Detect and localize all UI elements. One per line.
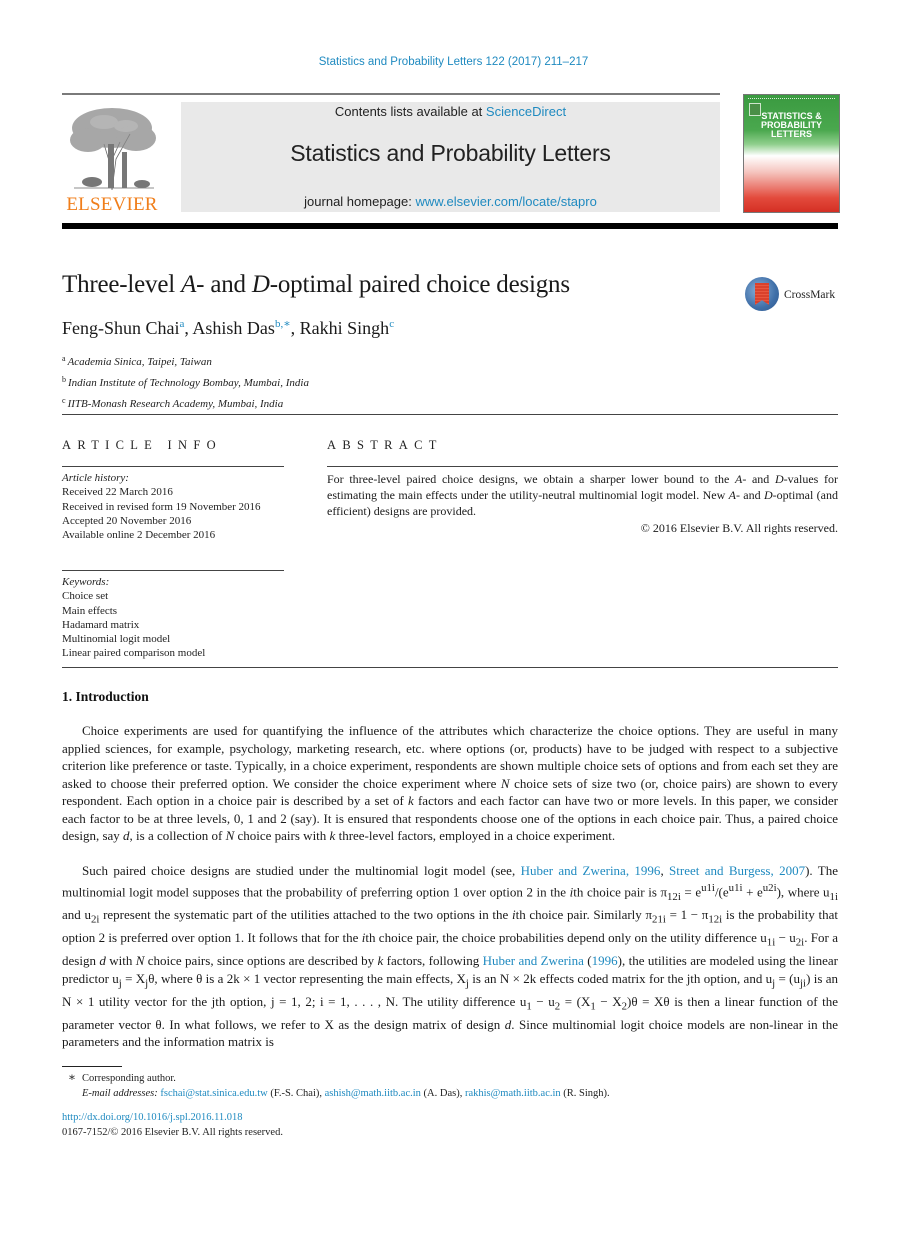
keyword: Multinomial logit model: [62, 633, 171, 646]
homepage-prefix: journal homepage:: [304, 194, 416, 209]
affiliation: b Indian Institute of Technology Bombay, …: [62, 371, 309, 392]
author-list: Feng-Shun Chaia, Ashish Dasb,∗, Rakhi Si…: [62, 317, 394, 339]
author-affil-link[interactable]: c: [389, 318, 394, 330]
email-link[interactable]: ashish@math.iitb.ac.in: [325, 1088, 421, 1099]
author-name: Rakhi Singh: [299, 318, 390, 338]
email-owner: (A. Das),: [420, 1088, 465, 1099]
abstract-text: For three-level paired choice designs, w…: [327, 472, 839, 519]
affiliation-marker: c: [62, 396, 66, 405]
header-rule-top: [62, 93, 720, 95]
history-item: Accepted 20 November 2016: [62, 514, 192, 527]
article-info-heading: ARTICLE INFO: [62, 438, 222, 452]
author-name: Feng-Shun Chai: [62, 318, 180, 338]
title-italic: A: [181, 271, 197, 298]
keyword: Choice set: [62, 590, 109, 603]
elsevier-logo[interactable]: ELSEVIER: [62, 100, 162, 215]
footnote-rule: [62, 1066, 122, 1067]
article-title: Three-level A- and D-optimal paired choi…: [62, 271, 570, 299]
paragraph: Choice experiments are used for quantify…: [62, 723, 839, 843]
author: Ashish Dasb,∗,: [192, 318, 299, 338]
journal-citation[interactable]: Statistics and Probability Letters 122 (…: [0, 56, 907, 68]
cover-topbar: [748, 98, 835, 101]
divider: [62, 570, 284, 571]
footnote-marker: ∗: [67, 1070, 76, 1084]
email-owner: (R. Singh).: [560, 1088, 610, 1099]
affiliation-marker: b: [62, 375, 66, 384]
doi-block: http://dx.doi.org/10.1016/j.spl.2016.11.…: [62, 1110, 283, 1140]
elsevier-wordmark: ELSEVIER: [66, 194, 158, 215]
divider: [62, 466, 284, 467]
doi-link[interactable]: http://dx.doi.org/10.1016/j.spl.2016.11.…: [62, 1112, 243, 1123]
divider: [62, 667, 838, 668]
cover-title-line: LETTERS: [770, 129, 812, 139]
abstract-body: For three-level paired choice designs, w…: [327, 471, 838, 536]
keyword: Hadamard matrix: [62, 618, 140, 631]
citation-link[interactable]: Huber and Zwerina: [483, 953, 584, 968]
email-owner: (F.-S. Chai),: [267, 1088, 325, 1099]
elsevier-tree-icon: [70, 108, 156, 191]
keyword: Linear paired comparison model: [62, 647, 206, 660]
contents-prefix: Contents lists available at: [334, 104, 486, 119]
author-affil-link[interactable]: b,∗: [275, 318, 291, 330]
abstract-copyright: © 2016 Elsevier B.V. All rights reserved…: [640, 520, 838, 535]
email-link[interactable]: fschai@stat.sinica.edu.tw: [160, 1088, 267, 1099]
title-italic: D: [251, 271, 270, 298]
crossmark-button[interactable]: CrossMark: [745, 277, 845, 315]
affiliations: a Academia Sinica, Taipei, Taiwan b Indian…: [62, 350, 309, 413]
citation-link[interactable]: Huber and Zwerina, 1996: [521, 863, 661, 878]
history-item: Received 22 March 2016: [62, 486, 173, 499]
citation-link[interactable]: Street and Burgess, 2007: [669, 863, 805, 878]
journal-name: Statistics and Probability Letters: [290, 140, 611, 166]
article-history: Article history: Received 22 March 2016 …: [62, 471, 284, 542]
paragraph: Such paired choice designs are studied u…: [62, 863, 839, 1050]
author: Rakhi Singhc: [300, 318, 394, 338]
abstract-heading: ABSTRACT: [327, 438, 443, 452]
journal-cover-thumbnail[interactable]: STATISTICS & PROBABILITY LETTERS: [743, 94, 840, 213]
journal-homepage-link[interactable]: www.elsevier.com/locate/stapro: [415, 194, 596, 209]
homepage-line: journal homepage: www.elsevier.com/locat…: [181, 194, 720, 209]
affiliation-text: Academia Sinica, Taipei, Taiwan: [67, 356, 212, 368]
contents-line: Contents lists available at ScienceDirec…: [181, 104, 720, 119]
history-item: Available online 2 December 2016: [62, 529, 216, 542]
citation-link[interactable]: 1996: [592, 953, 618, 968]
title-text: -optimal paired choice designs: [269, 271, 570, 298]
footnote-emails: E-mail addresses: fschai@stat.sinica.edu…: [62, 1086, 838, 1101]
title-text: Three-level: [62, 271, 182, 298]
section-heading-introduction: 1. Introduction: [62, 689, 149, 704]
footnotes: ∗ Corresponding author. E-mail addresses:…: [62, 1070, 838, 1101]
email-label: E-mail addresses:: [82, 1088, 158, 1099]
author: Feng-Shun Chaia,: [62, 318, 192, 338]
email-link[interactable]: rakhis@math.iitb.ac.in: [465, 1088, 561, 1099]
author-sep: ,: [290, 318, 300, 338]
crossmark-label: CrossMark: [784, 289, 836, 301]
keywords: Keywords: Choice set Main effects Hadama…: [62, 575, 284, 661]
title-text: - and: [196, 271, 252, 298]
affiliation: c IITB-Monash Research Academy, Mumbai, I…: [62, 392, 309, 413]
author-name: Ashish Das: [192, 318, 275, 338]
header-rule-thick: [62, 223, 838, 229]
journal-masthead: Contents lists available at ScienceDirec…: [181, 102, 720, 212]
footnote-corresponding: ∗ Corresponding author.: [62, 1070, 838, 1086]
history-label: Article history:: [62, 472, 129, 484]
keywords-label: Keywords:: [62, 576, 110, 588]
affiliation-text: Indian Institute of Technology Bombay, M…: [68, 377, 309, 389]
affiliation-marker: a: [62, 354, 66, 363]
keyword: Main effects: [62, 604, 118, 617]
divider: [327, 466, 838, 467]
cover-title: STATISTICS & PROBABILITY LETTERS: [744, 112, 839, 139]
history-item: Received in revised form 19 November 201…: [62, 500, 261, 513]
affiliation: a Academia Sinica, Taipei, Taiwan: [62, 350, 309, 371]
divider: [62, 414, 838, 415]
issn-copyright: 0167-7152/© 2016 Elsevier B.V. All right…: [62, 1127, 283, 1138]
footnote-text: Corresponding author.: [82, 1073, 176, 1084]
affiliation-text: IITB-Monash Research Academy, Mumbai, In…: [67, 398, 284, 410]
sciencedirect-link[interactable]: ScienceDirect: [486, 104, 566, 119]
